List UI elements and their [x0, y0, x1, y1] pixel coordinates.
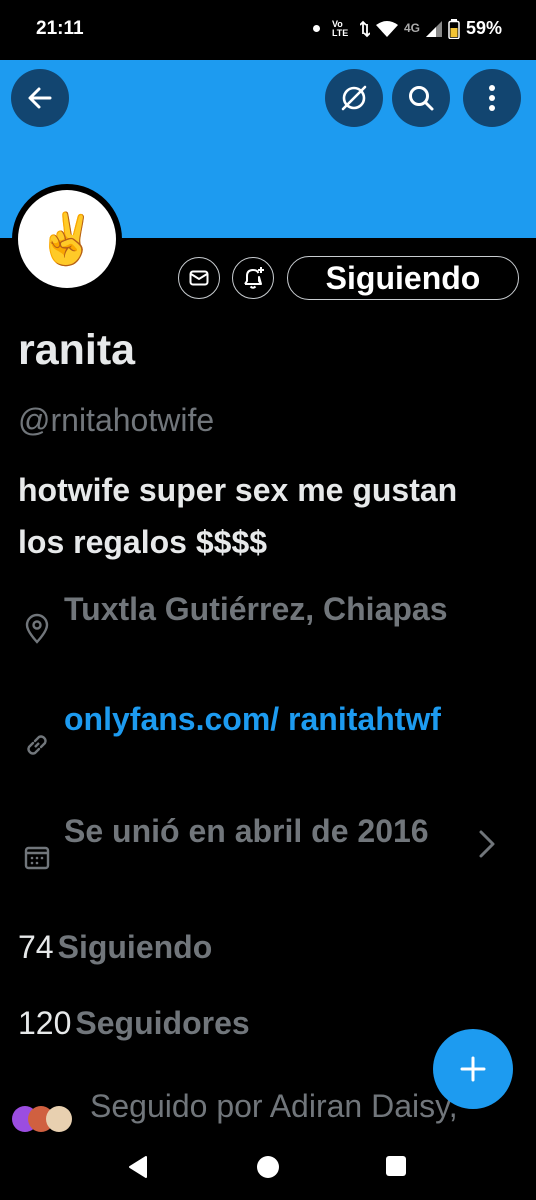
message-button[interactable] [178, 257, 220, 299]
nav-home-button[interactable] [255, 1154, 281, 1180]
mail-icon [189, 270, 209, 286]
profile-avatar[interactable]: ✌️ [12, 184, 122, 294]
joined-row[interactable]: Se unió en abril de 2016 [18, 804, 518, 912]
nav-back-button[interactable] [126, 1154, 150, 1180]
back-button[interactable] [11, 69, 69, 127]
chevron-right-icon[interactable] [474, 824, 500, 864]
bell-plus-icon [244, 267, 264, 289]
location-text: Tuxtla Gutiérrez, Chiapas [64, 591, 448, 627]
location-pin-icon [18, 610, 56, 648]
display-name: ranita [18, 326, 136, 374]
search-icon [409, 86, 434, 111]
plus-icon [460, 1056, 486, 1082]
followers-label: Seguidores [75, 1005, 250, 1041]
followers-count: 120 [18, 1005, 72, 1041]
triangle-back-icon [129, 1156, 147, 1178]
link-icon [18, 726, 56, 764]
network-type: 4G [403, 21, 420, 35]
following-stat[interactable]: 74 Siguiendo [18, 929, 212, 966]
volte-indicator: Vo LTE [331, 18, 349, 38]
data-arrows-icon [359, 20, 370, 37]
joined-text: Se unió en abril de 2016 [64, 813, 429, 849]
followed-by-text: Seguido por Adiran Daisy, [90, 1088, 458, 1124]
status-bar: 21:11 Vo LTE 4G 59% [0, 0, 536, 60]
battery-level: 59% [465, 18, 502, 38]
calendar-icon [18, 838, 56, 876]
nav-recents-button[interactable] [384, 1154, 408, 1178]
square-recents-icon [386, 1156, 406, 1176]
compose-button[interactable] [433, 1029, 513, 1109]
website-row[interactable]: onlyfans.com/ ranitahtwf [18, 692, 518, 800]
grok-button[interactable] [325, 69, 383, 127]
system-nav-bar [0, 1132, 536, 1200]
notifications-button[interactable] [232, 257, 274, 299]
mutual-avatars [12, 1106, 82, 1132]
followers-stat[interactable]: 120 Seguidores [18, 1005, 250, 1042]
following-count: 74 [18, 929, 54, 965]
website-link[interactable]: onlyfans.com/ ranitahtwf [64, 692, 464, 746]
following-label: Siguiendo [57, 929, 213, 965]
more-button[interactable] [463, 69, 521, 127]
circle-home-icon [257, 1156, 279, 1178]
notification-dot-icon [312, 25, 320, 32]
wifi-icon [375, 20, 398, 37]
location-row: Tuxtla Gutiérrez, Chiapas [18, 582, 518, 690]
arrow-left-icon [28, 87, 52, 109]
user-handle: @rnitahotwife [18, 402, 215, 438]
cell-signal-icon [425, 20, 442, 37]
grok-icon [341, 85, 367, 111]
status-icons: Vo LTE 4G 59% [312, 18, 502, 39]
profile-bio: hotwife super sex me gustan los regalos … [18, 472, 458, 560]
mutual-avatar [46, 1106, 72, 1132]
battery-icon [448, 18, 460, 39]
following-button[interactable]: Siguiendo [287, 256, 519, 300]
search-button[interactable] [392, 69, 450, 127]
more-vertical-icon [489, 85, 495, 111]
status-time: 21:11 [36, 18, 84, 39]
avatar-image: ✌️ [18, 190, 116, 288]
